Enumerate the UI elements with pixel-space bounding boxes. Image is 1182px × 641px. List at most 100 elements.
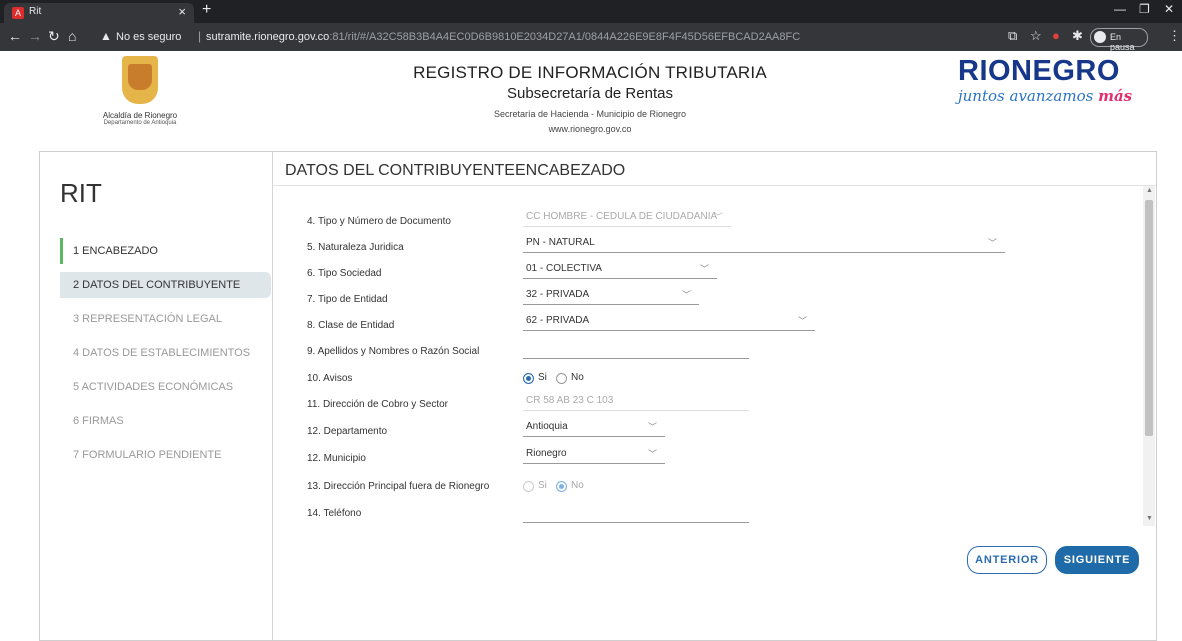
avisos-si-label[interactable]: Si [538, 372, 547, 383]
extensions-puzzle-icon[interactable]: ✱ [1072, 28, 1083, 44]
siguiente-button[interactable]: SIGUIENTE [1055, 546, 1139, 574]
direccion-input[interactable]: CR 58 AB 23 C 103 [523, 392, 749, 411]
tab-title: Rit [29, 6, 42, 17]
alcaldia-crest-logo [122, 56, 158, 104]
scroll-down-icon[interactable]: ▼ [1146, 515, 1153, 522]
not-secure-label[interactable]: No es seguro [116, 31, 181, 43]
departamento-select[interactable]: Antioquia ﹀ [523, 418, 665, 437]
step-actividades-economicas[interactable]: 5 ACTIVIDADES ECONÓMICAS [60, 374, 271, 400]
scroll-up-icon[interactable]: ▲ [1146, 187, 1153, 194]
scrollbar[interactable]: ▲ ▼ [1143, 186, 1155, 526]
step-label: 2 DATOS DEL CONTRIBUYENTE [73, 279, 241, 291]
main-frame: RIT 1 ENCABEZADO 2 DATOS DEL CONTRIBUYEN… [39, 151, 1157, 641]
label-nombres: 9. Apellidos y Nombres o Razón Social [307, 346, 480, 357]
close-tab-icon[interactable]: × [178, 4, 186, 19]
minimize-icon[interactable]: — [1114, 2, 1126, 16]
nombres-input[interactable] [523, 340, 749, 359]
municipio-value: Rionegro [526, 448, 567, 459]
step-encabezado[interactable]: 1 ENCABEZADO [60, 238, 274, 264]
profile-button[interactable]: En pausa [1090, 28, 1148, 52]
label-clase-entidad: 8. Clase de Entidad [307, 320, 395, 331]
close-window-icon[interactable]: ✕ [1164, 2, 1174, 16]
page-website: www.rionegro.gov.co [548, 124, 632, 134]
avisos-no-label[interactable]: No [571, 372, 584, 383]
step-formulario-pendiente[interactable]: 7 FORMULARIO PENDIENTE [60, 442, 271, 468]
label-tipo-documento: 4. Tipo y Número de Documento [307, 216, 451, 227]
step-label: 6 FIRMAS [73, 415, 124, 427]
clase-entidad-value: 62 - PRIVADA [526, 315, 590, 326]
tipo-documento-select[interactable]: CC HOMBRE - CEDULA DE CIUDADANIA ﹀ [523, 208, 731, 227]
profile-label: En pausa [1110, 32, 1135, 52]
restore-icon[interactable]: ❐ [1139, 2, 1150, 16]
brand-slogan-b: más [1098, 87, 1133, 105]
page: Alcaldía de Rionegro Departamento de Ant… [0, 51, 1182, 641]
label-dir-fuera: 13. Dirección Principal fuera de Rionegr… [307, 481, 490, 492]
sidebar: RIT 1 ENCABEZADO 2 DATOS DEL CONTRIBUYEN… [40, 152, 273, 640]
url-separator: | [198, 29, 202, 43]
telefono-input[interactable] [523, 504, 749, 523]
label-municipio: 12. Municipio [307, 453, 366, 464]
anterior-button[interactable]: ANTERIOR [967, 546, 1047, 574]
menu-kebab-icon[interactable]: ⋮ [1168, 28, 1181, 44]
chevron-down-icon: ﹀ [713, 212, 723, 222]
step-label: 3 REPRESENTACIÓN LEGAL [73, 313, 222, 325]
page-dept: Secretaría de Hacienda - Municipio de Ri… [493, 109, 687, 119]
forward-icon[interactable]: → [28, 28, 42, 44]
address-bar[interactable]: ▲ No es seguro | sutramite.rionegro.gov.… [88, 26, 948, 48]
scrollbar-thumb[interactable] [1145, 200, 1153, 436]
step-firmas[interactable]: 6 FIRMAS [60, 408, 271, 434]
tipo-sociedad-value: 01 - COLECTIVA [526, 263, 602, 274]
clase-entidad-select[interactable]: 62 - PRIVADA ﹀ [523, 312, 815, 331]
section-title: DATOS DEL CONTRIBUYENTEENCABEZADO [285, 162, 626, 179]
step-label: 1 ENCABEZADO [73, 245, 158, 257]
dir-fuera-no-label[interactable]: No [571, 480, 584, 491]
reload-icon[interactable]: ↻ [48, 28, 60, 45]
bookmark-star-icon[interactable]: ☆ [1030, 28, 1042, 44]
browser-tabbar: A Rit × + — ❐ ✕ [0, 0, 1182, 23]
crest-shield [128, 64, 152, 90]
chevron-down-icon: ﹀ [797, 316, 807, 326]
new-tab-icon[interactable]: + [202, 1, 211, 19]
brand-slogan-a: juntos avanzamos [958, 87, 1099, 105]
page-title: REGISTRO DE INFORMACIÓN TRIBUTARIA [413, 63, 767, 82]
chevron-down-icon: ﹀ [647, 449, 657, 459]
tipo-entidad-select[interactable]: 32 - PRIVADA ﹀ [523, 286, 699, 305]
label-departamento: 12. Departamento [307, 426, 388, 437]
chevron-down-icon: ﹀ [699, 264, 709, 274]
step-label: 5 ACTIVIDADES ECONÓMICAS [73, 381, 234, 393]
step-datos-establecimientos[interactable]: 4 DATOS DE ESTABLECIMIENTOS [60, 340, 271, 366]
tipo-sociedad-select[interactable]: 01 - COLECTIVA ﹀ [523, 260, 717, 279]
step-representacion-legal[interactable]: 3 REPRESENTACIÓN LEGAL [60, 306, 271, 332]
url-host: sutramite.rionegro.gov.co [206, 31, 330, 43]
extension-icon[interactable]: ● [1052, 28, 1060, 43]
warning-icon[interactable]: ▲ [100, 29, 112, 43]
url-path: :81/rit/#/A32C58B3B4A4EC0D6B9810E2034D27… [329, 31, 801, 43]
translate-icon[interactable]: ⧉ [1008, 28, 1017, 44]
municipio-select[interactable]: Rionegro ﹀ [523, 445, 665, 464]
step-datos-contribuyente[interactable]: 2 DATOS DEL CONTRIBUYENTE [60, 272, 271, 298]
brand-text: RIONEGRO [958, 55, 1120, 87]
dir-fuera-si-label[interactable]: Si [538, 480, 547, 491]
form-scroll-area: 4. Tipo y Número de Documento CC HOMBRE … [273, 186, 1143, 526]
step-label: 4 DATOS DE ESTABLECIMIENTOS [73, 347, 251, 359]
url-text[interactable]: sutramite.rionegro.gov.co:81/rit/#/A32C5… [206, 31, 800, 43]
avisos-no-radio[interactable] [556, 373, 567, 384]
label-tipo-sociedad: 6. Tipo Sociedad [307, 268, 382, 279]
avisos-si-radio[interactable] [523, 373, 534, 384]
departamento-value: Antioquia [526, 421, 568, 432]
home-icon[interactable]: ⌂ [68, 28, 76, 44]
direccion-placeholder: CR 58 AB 23 C 103 [526, 395, 614, 406]
page-subtitle: Subsecretaría de Rentas [507, 85, 673, 102]
sidebar-title: RIT [60, 178, 102, 208]
chevron-down-icon: ﹀ [681, 290, 691, 300]
naturaleza-select[interactable]: PN - NATURAL ﹀ [523, 234, 1005, 253]
step-label: 7 FORMULARIO PENDIENTE [73, 449, 222, 461]
back-icon[interactable]: ← [8, 28, 22, 44]
avatar [1094, 31, 1106, 43]
brand-slogan: juntos avanzamos más [958, 87, 1132, 105]
naturaleza-value: PN - NATURAL [526, 237, 595, 248]
dir-fuera-si-radio[interactable] [523, 481, 534, 492]
browser-tab[interactable]: A Rit × [4, 3, 194, 23]
dir-fuera-no-radio[interactable] [556, 481, 567, 492]
browser-toolbar: ← → ↻ ⌂ ▲ No es seguro | sutramite.rione… [0, 23, 1182, 52]
